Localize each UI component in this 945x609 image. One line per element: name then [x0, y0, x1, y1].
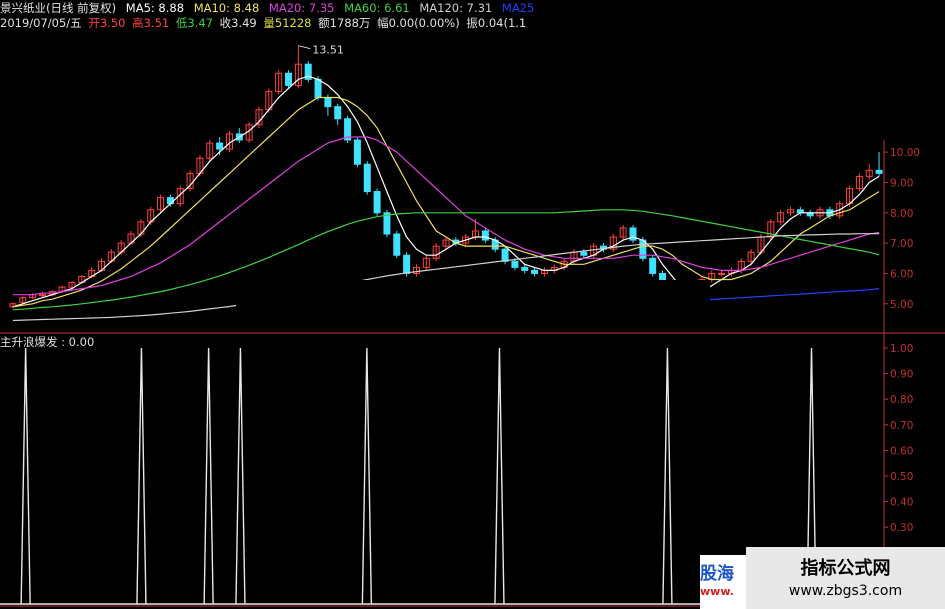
candle-body	[875, 169, 883, 174]
indicator-tick-label: 0.50	[890, 471, 913, 483]
candle-body	[521, 266, 529, 271]
price-tick-label: 5.00	[890, 299, 913, 311]
candle-body	[353, 139, 361, 165]
date-label: 2019/07/05/五	[0, 16, 82, 30]
watermark-right: 指标公式网 www.zbgs3.com	[746, 547, 945, 609]
watermark-left-line2: www.	[700, 585, 734, 598]
indicator-tick-label: 0.90	[890, 369, 913, 381]
amplitude-label: 振0.04(1.1	[466, 16, 527, 30]
signal-spike	[494, 347, 505, 605]
open-label: 开3.50	[88, 16, 126, 30]
candle-body	[511, 260, 519, 268]
indicator-tick-label: 0.70	[890, 420, 913, 432]
stock-title: 景兴纸业(日线 前复权)	[0, 1, 117, 15]
header-line-2: 2019/07/05/五 开3.50 高3.51 低3.47 收3.49 量51…	[0, 15, 535, 31]
candle-body	[166, 197, 174, 205]
ma60-label: MA60: 6.61	[344, 1, 410, 15]
high-label: 高3.51	[132, 16, 170, 30]
peak-annotation-line	[298, 45, 311, 50]
candle-body	[373, 191, 381, 214]
signal-spike	[235, 347, 246, 605]
price-tick-label: 6.00	[890, 268, 913, 280]
price-tick-label: 9.00	[890, 177, 913, 189]
signal-spike	[20, 347, 31, 605]
redacted-area-mid	[236, 280, 710, 327]
indicator-title: 主升浪爆发 : 0.00	[0, 335, 95, 349]
candle-body	[38, 294, 46, 297]
candle-body	[718, 272, 726, 275]
candle-body	[324, 97, 332, 108]
signal-spike	[136, 347, 147, 605]
candle-body	[334, 106, 342, 120]
close-label: 收3.49	[219, 16, 257, 30]
ma20-label: MA20: 7.35	[268, 1, 335, 15]
candle-body	[501, 248, 509, 262]
volume-label: 量51228	[263, 16, 312, 30]
indicator-tick-label: 0.60	[890, 445, 913, 457]
candle-body	[393, 233, 401, 256]
ma250-label: MA25	[501, 1, 535, 15]
signal-spike	[662, 347, 673, 605]
candle-body	[314, 78, 322, 99]
candle-body	[531, 269, 539, 274]
watermark-right-line1: 指标公式网	[800, 558, 891, 579]
ma-line-ma250	[692, 288, 880, 302]
change-label: 幅0.00(0.00%)	[377, 16, 460, 30]
signal-spike	[361, 347, 373, 605]
candle-body	[481, 230, 489, 241]
candle-body	[649, 257, 657, 274]
price-tick-label: 10.00	[890, 147, 920, 159]
watermark-left: 股海 www.	[700, 555, 748, 609]
header-line-1: 景兴纸业(日线 前复权) MA5: 8.88 MA10: 8.48 MA20: …	[0, 0, 535, 16]
watermark-right-line2: www.zbgs3.com	[788, 583, 903, 599]
candle-body	[285, 72, 293, 86]
price-tick-label: 7.00	[890, 238, 913, 250]
indicator-tick-label: 0.40	[890, 497, 913, 509]
price-tick-label: 8.00	[890, 208, 913, 220]
indicator-tick-label: 1.00	[890, 343, 913, 355]
watermark-left-line1: 股海	[700, 564, 734, 584]
peak-annotation-label: 13.51	[312, 44, 344, 57]
candle-body	[216, 142, 224, 150]
signal-spike	[203, 347, 214, 605]
ma10-label: MA10: 8.48	[193, 1, 260, 15]
ma5-label: MA5: 8.88	[125, 1, 185, 15]
ma-line-ma20	[12, 136, 880, 296]
low-label: 低3.47	[175, 16, 213, 30]
candle-body	[363, 163, 371, 193]
amount-label: 额1788万	[318, 16, 371, 30]
indicator-tick-label: 0.80	[890, 394, 913, 406]
candle-body	[403, 254, 411, 274]
redacted-area-top	[535, 0, 945, 140]
ma120-label: MA120: 7.31	[419, 1, 493, 15]
candle-body	[580, 251, 588, 256]
indicator-tick-label: 0.30	[890, 522, 913, 534]
